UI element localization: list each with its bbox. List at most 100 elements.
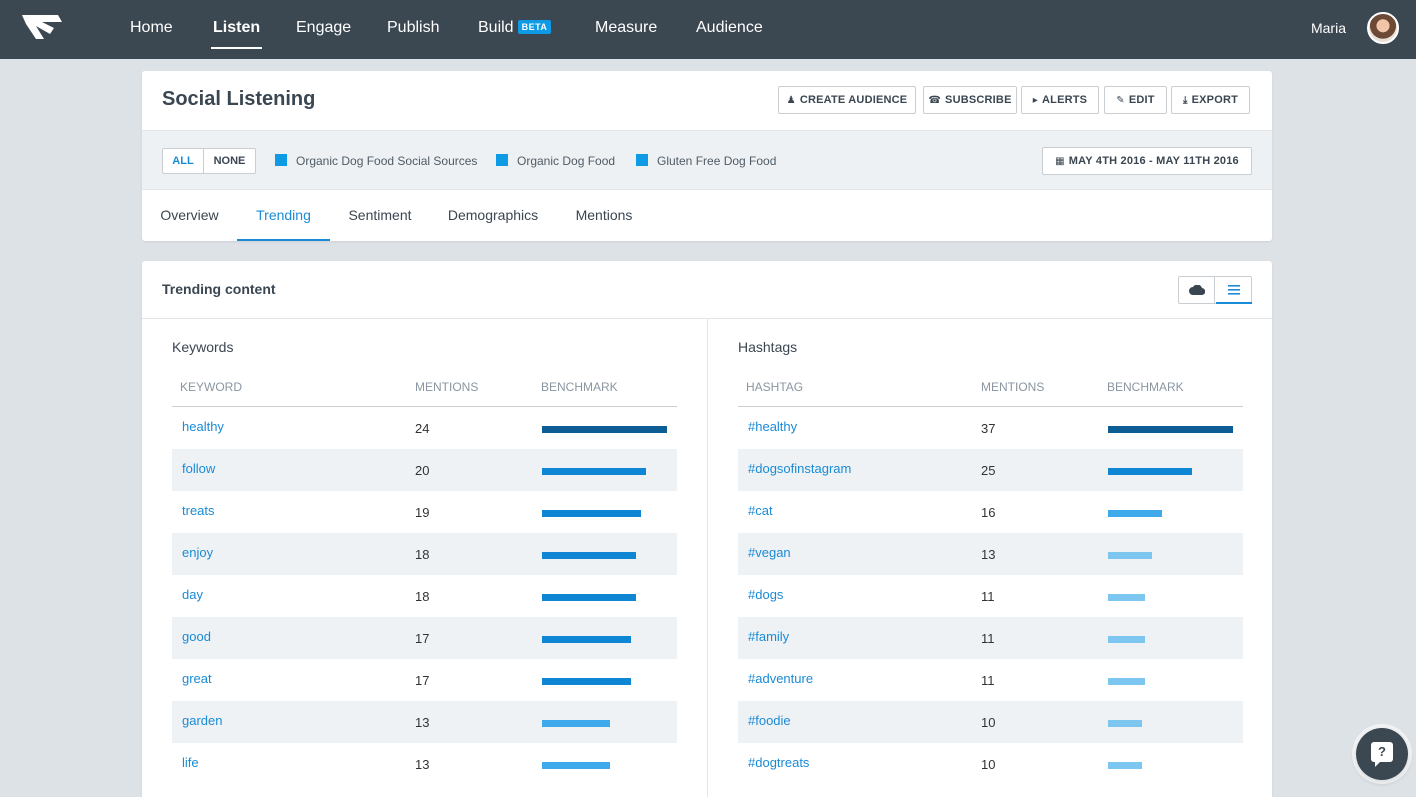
help-button[interactable]: ? <box>1356 728 1408 780</box>
person-icon: ♟ <box>786 95 796 106</box>
nav-item-publish[interactable]: Publish <box>387 0 439 59</box>
source-label: Organic Dog Food <box>517 154 616 168</box>
section-title: Trending content <box>162 281 276 297</box>
logo-icon[interactable] <box>20 12 64 42</box>
date-range-button[interactable]: ▦ MAY 4TH 2016 - MAY 11TH 2016 <box>1042 147 1252 175</box>
edit-button[interactable]: ✎ EDIT <box>1104 86 1167 114</box>
keyword-column-header[interactable]: KEYWORD <box>180 380 242 394</box>
checkbox-icon <box>496 154 508 166</box>
term-link[interactable]: #healthy <box>748 419 797 434</box>
mentions-count: 10 <box>981 757 996 772</box>
term-link[interactable]: garden <box>182 713 222 728</box>
subscribe-button[interactable]: ☎ SUBSCRIBE <box>923 86 1017 114</box>
nav-item-build[interactable]: Build BETA <box>478 0 552 59</box>
mentions-count: 10 <box>981 715 996 730</box>
beta-badge: BETA <box>517 20 552 34</box>
term-link[interactable]: #dogtreats <box>748 755 809 770</box>
benchmark-bar <box>1108 720 1142 727</box>
nav-item-label: Home <box>130 19 173 36</box>
term-link[interactable]: follow <box>182 461 215 476</box>
mentions-count: 18 <box>415 547 430 562</box>
table-row: #dogs 11 <box>738 575 1243 617</box>
tab-mentions[interactable]: Mentions <box>556 190 652 241</box>
table-row: great 17 <box>172 659 677 701</box>
pencil-icon: ✎ <box>1116 95 1125 106</box>
benchmark-column-header[interactable]: BENCHMARK <box>541 380 618 394</box>
benchmark-bar <box>542 510 641 517</box>
nav-item-audience[interactable]: Audience <box>696 0 763 59</box>
term-link[interactable]: #cat <box>748 503 773 518</box>
list-view-button[interactable] <box>1216 277 1252 304</box>
nav-item-label: Publish <box>387 19 440 36</box>
term-link[interactable]: life <box>182 755 199 770</box>
checkbox-icon <box>636 154 648 166</box>
source-label: Gluten Free Dog Food <box>657 154 777 168</box>
mentions-column-header[interactable]: MENTIONS <box>981 380 1044 394</box>
term-link[interactable]: healthy <box>182 419 224 434</box>
benchmark-column-header[interactable]: BENCHMARK <box>1107 380 1184 394</box>
mentions-count: 24 <box>415 421 430 436</box>
table-row: #foodie 10 <box>738 701 1243 743</box>
hashtags-table: #healthy 37 #dogsofinstagram 25 #cat 16 #vegan… <box>738 407 1243 785</box>
benchmark-bar <box>1108 426 1233 433</box>
term-link[interactable]: #dogsofinstagram <box>748 461 851 476</box>
export-button[interactable]: ⤓ EXPORT <box>1171 86 1250 114</box>
nav-item-listen[interactable]: Listen <box>210 0 263 59</box>
benchmark-bar <box>542 594 636 601</box>
term-link[interactable]: #family <box>748 629 789 644</box>
nav-item-measure[interactable]: Measure <box>595 0 657 59</box>
benchmark-bar <box>1108 762 1142 769</box>
benchmark-bar <box>542 468 646 475</box>
keywords-table: healthy 24 follow 20 treats 19 enjoy 18 day 18 goo… <box>172 407 677 785</box>
nav-item-home[interactable]: Home <box>130 0 173 59</box>
create-audience-button[interactable]: ♟ CREATE AUDIENCE <box>778 86 916 114</box>
nav-item-label: Audience <box>696 19 763 36</box>
user-name[interactable]: Maria <box>1311 0 1346 56</box>
term-link[interactable]: enjoy <box>182 545 213 560</box>
mentions-count: 18 <box>415 589 430 604</box>
avatar[interactable] <box>1367 12 1399 44</box>
edit-label: EDIT <box>1128 94 1155 106</box>
select-all-button[interactable]: ALL <box>162 148 204 174</box>
table-row: garden 13 <box>172 701 677 743</box>
benchmark-bar <box>542 762 610 769</box>
benchmark-bar <box>542 720 610 727</box>
term-link[interactable]: good <box>182 629 211 644</box>
term-link[interactable]: great <box>182 671 212 686</box>
trending-content-card: Trending content Keywords KEYWORD MENTIO… <box>142 261 1272 797</box>
cloud-view-button[interactable] <box>1179 277 1215 303</box>
term-link[interactable]: #foodie <box>748 713 791 728</box>
nav-item-label: Build <box>478 19 514 36</box>
megaphone-icon: ▸ <box>1032 95 1039 106</box>
mentions-count: 11 <box>981 631 995 646</box>
source-filter-item[interactable]: Organic Dog Food Social Sources <box>275 152 477 170</box>
benchmark-bar <box>1108 510 1162 517</box>
nav-item-label: Listen <box>213 19 261 36</box>
tab-trending[interactable]: Trending <box>237 190 330 241</box>
select-none-button[interactable]: NONE <box>203 148 256 174</box>
term-link[interactable]: day <box>182 587 203 602</box>
view-toggle <box>1178 276 1252 304</box>
tab-overview[interactable]: Overview <box>142 190 237 241</box>
hashtag-column-header[interactable]: HASHTAG <box>746 380 803 394</box>
term-link[interactable]: #dogs <box>748 587 783 602</box>
term-link[interactable]: #adventure <box>748 671 813 686</box>
export-label: EXPORT <box>1191 94 1239 106</box>
nav-item-engage[interactable]: Engage <box>296 0 351 59</box>
keywords-title: Keywords <box>172 339 234 355</box>
mentions-column-header[interactable]: MENTIONS <box>415 380 478 394</box>
source-filter-item[interactable]: Organic Dog Food <box>496 152 615 170</box>
mentions-count: 11 <box>981 589 995 604</box>
source-filter-item[interactable]: Gluten Free Dog Food <box>636 152 776 170</box>
alerts-button[interactable]: ▸ ALERTS <box>1021 86 1099 114</box>
nav-item-label: Engage <box>296 19 352 36</box>
help-question-icon: ? <box>1371 742 1393 767</box>
table-row: #family 11 <box>738 617 1243 659</box>
term-link[interactable]: #vegan <box>748 545 791 560</box>
tab-demographics[interactable]: Demographics <box>430 190 556 241</box>
benchmark-bar <box>542 426 667 433</box>
mentions-count: 25 <box>981 463 996 478</box>
term-link[interactable]: treats <box>182 503 215 518</box>
tab-bar: Overview Trending Sentiment Demographics… <box>142 190 1272 241</box>
tab-sentiment[interactable]: Sentiment <box>330 190 430 241</box>
